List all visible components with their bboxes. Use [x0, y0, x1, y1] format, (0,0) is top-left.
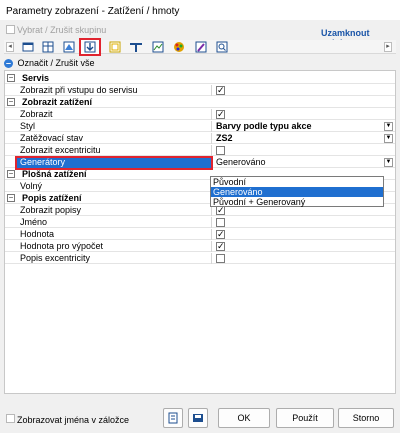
checkbox[interactable]: ✓: [216, 242, 225, 251]
apply-button[interactable]: Použít: [276, 408, 334, 428]
dropdown-option[interactable]: Původní + Generovaný: [211, 197, 383, 207]
color-icon[interactable]: [172, 41, 186, 53]
save-button[interactable]: [188, 408, 208, 428]
row-zobrazit: Zobrazit ✓: [5, 109, 395, 120]
minus-circle-icon: –: [4, 58, 13, 69]
checkbox[interactable]: ✓: [216, 206, 225, 215]
checkbox[interactable]: ✓: [216, 110, 225, 119]
toolbar: ◂ ▸: [4, 38, 396, 56]
generators-select[interactable]: Generováno: [213, 157, 395, 168]
beam-icon[interactable]: [129, 41, 143, 53]
scroll-left-icon[interactable]: ◂: [6, 42, 14, 52]
pen-icon[interactable]: [194, 41, 208, 53]
window-title: Parametry zobrazení - Zatížení / hmoty: [0, 0, 400, 20]
row-jmeno: Jméno: [5, 217, 395, 228]
load-case-select[interactable]: ZS2: [213, 133, 395, 144]
checkbox[interactable]: ✓: [216, 230, 225, 239]
document-icon: [168, 412, 178, 424]
group-select-row: Vybrat / Zrušit skupinu Uzamknout polohu: [0, 20, 400, 48]
load-icon[interactable]: [79, 38, 101, 56]
select-all-row[interactable]: – Označit / Zrušit vše: [4, 58, 396, 70]
checkbox[interactable]: [216, 146, 225, 155]
generators-dropdown-list: Původní Generováno Původní + Generovaný: [210, 176, 384, 207]
chevron-down-icon[interactable]: ▼: [384, 158, 393, 167]
collapse-icon[interactable]: −: [7, 74, 15, 82]
checkbox[interactable]: [216, 218, 225, 227]
dropdown-option-selected[interactable]: Generováno: [211, 187, 383, 197]
generatory-highlight: [15, 156, 213, 170]
chart-icon[interactable]: [151, 41, 165, 53]
collapse-icon[interactable]: −: [7, 194, 15, 202]
ok-button[interactable]: OK: [218, 408, 270, 428]
cancel-button[interactable]: Storno: [338, 408, 394, 428]
structure-icon[interactable]: [21, 41, 35, 53]
checkbox[interactable]: ✓: [216, 86, 225, 95]
show-names-checkbox[interactable]: [6, 414, 15, 423]
chevron-down-icon[interactable]: ▼: [384, 122, 393, 131]
group-select-checkbox[interactable]: [6, 25, 15, 34]
table-icon[interactable]: [41, 41, 55, 53]
chevron-down-icon[interactable]: ▼: [384, 134, 393, 143]
dropdown-option[interactable]: Původní: [211, 177, 383, 187]
row-zobrazit-pri-vstupu: Zobrazit při vstupu do servisu ✓: [5, 85, 395, 96]
row-zobrazit-excentricitu: Zobrazit excentricitu: [5, 145, 395, 156]
group-select-label: Vybrat / Zrušit skupinu: [17, 25, 107, 35]
select-all-label: Označit / Zrušit vše: [17, 58, 95, 68]
layers-icon[interactable]: [62, 41, 76, 53]
save-icon: [193, 414, 203, 422]
scroll-right-icon[interactable]: ▸: [384, 42, 392, 52]
frame-icon[interactable]: [108, 41, 122, 53]
collapse-icon[interactable]: −: [7, 170, 15, 178]
document-button[interactable]: [163, 408, 183, 428]
property-grid: − Servis Zobrazit při vstupu do servisu …: [4, 70, 396, 394]
group-zobrazit-zatizeni[interactable]: − Zobrazit zatížení: [5, 97, 395, 108]
search-icon[interactable]: [215, 41, 229, 53]
row-popis-excentricity: Popis excentricity: [5, 253, 395, 264]
styl-select[interactable]: Barvy podle typu akce: [213, 121, 395, 132]
row-zatezovaci-stav: Zatěžovací stav ZS2 ▼: [5, 133, 395, 144]
group-servis[interactable]: − Servis: [5, 73, 395, 84]
collapse-icon[interactable]: −: [7, 98, 15, 106]
show-names-label: Zobrazovat jména v záložce: [17, 415, 130, 425]
row-styl: Styl Barvy podle typu akce ▼: [5, 121, 395, 132]
footer: Zobrazovat jména v záložce OK Použít Sto…: [0, 404, 400, 433]
checkbox[interactable]: [216, 254, 225, 263]
row-hodnota-pro-vypocet: Hodnota pro výpočet ✓: [5, 241, 395, 252]
row-hodnota: Hodnota ✓: [5, 229, 395, 240]
